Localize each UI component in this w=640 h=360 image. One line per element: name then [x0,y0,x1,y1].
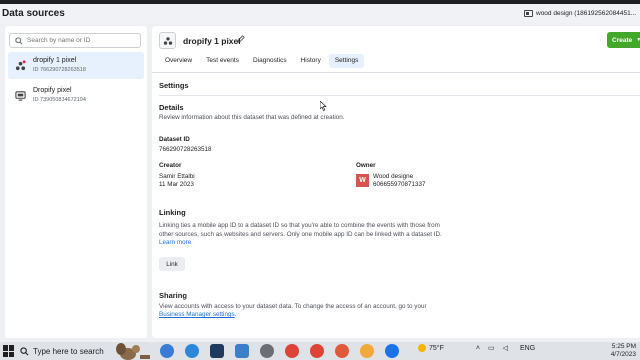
dataset-icon [15,60,26,71]
search-input[interactable] [27,37,137,44]
learn-more-link[interactable]: Learn more [159,238,191,247]
creator-label: Creator [159,162,182,169]
dataset-item-dropify-pixel[interactable]: Dropify pixel ID 739050834672194 [8,82,144,109]
tabs-divider [152,72,640,73]
network-icon[interactable]: ▭ [488,344,495,352]
cortana-icon[interactable] [160,344,174,358]
taskbar-clock[interactable]: 5:25 PM 4/7/2023 [596,343,636,359]
settings-gear-icon[interactable] [260,344,274,358]
search-box[interactable] [9,33,141,48]
dataset-id-label: Dataset ID [159,136,190,143]
taskbar-apps [160,344,410,358]
settings-heading: Settings [159,81,189,90]
weather-icon[interactable] [418,344,426,352]
sharing-heading: Sharing [159,291,187,300]
dataset-title: dropify 1 pixel [183,36,241,46]
business-manager-settings-link[interactable]: Business Manager settings [159,311,235,318]
windows-start-icon[interactable] [3,345,15,357]
language-indicator[interactable]: ENG [520,345,535,352]
linking-heading: Linking [159,208,186,217]
chrome-icon[interactable] [335,344,349,358]
create-button[interactable]: Create ▼ [607,32,640,48]
dataset-item-id: ID 766290728263518 [33,67,86,73]
volume-icon[interactable]: ◁ [503,344,508,352]
owner-avatar: W [356,174,369,187]
clock-time: 5:25 PM [611,343,636,350]
owner-id: 606655970871337 [373,181,426,188]
tab-history[interactable]: History [295,54,327,68]
page-title: Data sources [2,8,65,19]
browser-icon[interactable] [385,344,399,358]
dataset-item-id: ID 739050834672194 [33,97,86,103]
linking-line-2: other sources, such as websites and serv… [159,231,442,238]
dataset-item-name: Dropify pixel [33,87,72,94]
sharing-line-2: Business Manager settings. [159,310,236,319]
tab-overview[interactable]: Overview [159,54,198,68]
chevron-up-icon[interactable]: ˄ [476,345,480,352]
dataset-tabs: Overview Test events Diagnostics History… [159,54,366,68]
details-heading: Details [159,103,184,112]
dataset-id-value: 766290728263518 [159,146,212,153]
weather-temp[interactable]: 75°F [429,345,444,352]
data-sources-sidebar: dropify 1 pixel ID 766290728263518 Dropi… [5,26,147,338]
firefox-icon[interactable] [360,344,374,358]
details-description: Review information about this dataset th… [159,114,345,121]
taskbar-search[interactable]: Type here to search [20,347,120,356]
business-account-icon [524,10,533,17]
sharing-period: . [234,311,237,318]
owner-label: Owner [356,162,376,169]
search-icon [15,36,23,45]
create-label: Create [612,36,633,44]
mail-icon[interactable] [235,344,249,358]
tab-settings[interactable]: Settings [328,54,365,68]
dataset-item-name: dropify 1 pixel [33,57,77,64]
page-header: Data sources wood design (18619256208445… [0,4,640,23]
mouse-cursor-icon [320,101,327,111]
monitor-icon [15,91,26,101]
dataset-icon [163,36,172,45]
link-button[interactable]: Link [159,257,185,271]
taskview-icon[interactable] [210,344,224,358]
dataset-item-dropify-1-pixel[interactable]: dropify 1 pixel ID 766290728263518 [8,52,144,79]
taskbar-search-text: Type here to search [33,346,104,356]
account-switcher[interactable]: wood design (186192562084451... [524,10,636,17]
edit-name-icon[interactable] [237,35,245,43]
tab-diagnostics[interactable]: Diagnostics [247,54,293,68]
search-icon [20,346,29,355]
section-divider [159,95,640,96]
chevron-down-icon: ▼ [636,37,640,43]
dataset-panel: dropify 1 pixel Create ▼ Overview Test e… [152,26,640,338]
clock-date: 4/7/2023 [610,351,636,358]
tab-test-events[interactable]: Test events [200,54,245,68]
creator-date: 11 Mar 2023 [159,181,194,188]
dataset-header-icon [159,32,176,49]
edge-icon[interactable] [185,344,199,358]
account-name: wood design (186192562084451... [536,10,637,17]
system-tray: 75°F ˄ ▭ ◁ ENG [418,344,535,352]
chrome-icon[interactable] [285,344,299,358]
chrome-icon[interactable] [310,344,324,358]
squirrel-search-highlight-icon [116,343,150,360]
linking-line-1: Linking ties a mobile app ID to a datase… [159,222,440,229]
